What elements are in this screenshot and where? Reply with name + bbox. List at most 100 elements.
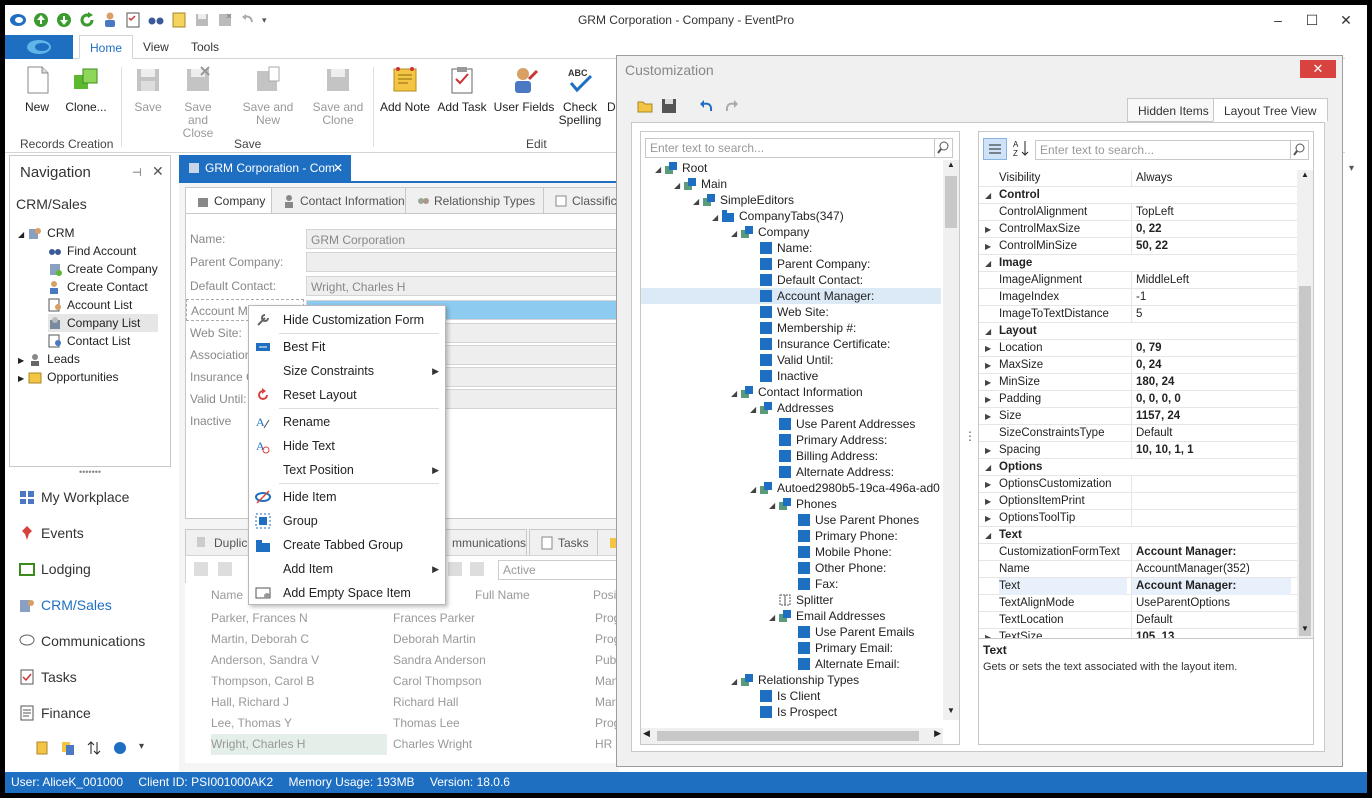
- tree-horizontal-scrollbar[interactable]: ◀ ▶: [641, 728, 943, 744]
- collapse-arrow-icon[interactable]: ◢: [769, 498, 779, 514]
- property-row[interactable]: ▶ TextSize 105, 13: [979, 629, 1297, 638]
- tree-node[interactable]: ◢ SimpleEditors: [693, 192, 794, 208]
- property-row[interactable]: ImageToTextDistance 5: [979, 306, 1297, 323]
- grid-new-icon[interactable]: [194, 562, 208, 576]
- expand-arrow-icon[interactable]: ▶: [985, 629, 991, 638]
- new-button[interactable]: New: [19, 65, 55, 114]
- tree-node[interactable]: ◢ Email Addresses: [769, 608, 885, 624]
- property-row[interactable]: ▶ Spacing 10, 10, 1, 1: [979, 442, 1297, 459]
- collapse-arrow-icon[interactable]: ◢: [985, 187, 991, 204]
- tree-node[interactable]: ◢ Main: [674, 176, 727, 192]
- menu-text-position[interactable]: Text Position ▶: [249, 458, 445, 482]
- nav-splitter[interactable]: •••••••: [9, 467, 171, 477]
- tree-node[interactable]: Other Phone:: [788, 560, 886, 576]
- property-row[interactable]: ImageIndex -1: [979, 289, 1297, 306]
- tree-item-contact-list[interactable]: Contact List: [48, 332, 130, 350]
- menu-add-item[interactable]: Add Item ▶: [249, 557, 445, 581]
- grid-cell-full[interactable]: Carol Thompson: [393, 671, 589, 692]
- grid-header-full-name[interactable]: Full Name: [475, 585, 530, 605]
- expand-arrow-icon[interactable]: ▶: [985, 408, 991, 425]
- property-row[interactable]: TextLocation Default: [979, 612, 1297, 629]
- clone-button[interactable]: Clone...: [61, 65, 111, 114]
- nav-group-communications[interactable]: Communications: [19, 629, 145, 653]
- tree-node[interactable]: Name:: [750, 240, 812, 256]
- tree-node[interactable]: Parent Company:: [750, 256, 870, 272]
- property-row[interactable]: ▶ MinSize 180, 24: [979, 374, 1297, 391]
- collapse-arrow-icon[interactable]: ◢: [674, 178, 684, 194]
- grid-edit-icon[interactable]: [448, 562, 462, 576]
- menu-hide-text[interactable]: A Hide Text: [249, 434, 445, 458]
- parent-company-field[interactable]: [306, 252, 626, 272]
- tree-node[interactable]: Alternate Email:: [788, 656, 900, 672]
- collapse-arrow-icon[interactable]: ◢: [731, 386, 741, 402]
- nav-group-tasks[interactable]: Tasks: [19, 665, 77, 689]
- tree-item-company-list[interactable]: Company List: [48, 314, 158, 332]
- expand-arrow-icon[interactable]: ▶: [985, 357, 991, 374]
- property-search-input[interactable]: Enter text to search...: [1035, 140, 1309, 160]
- open-folder-icon[interactable]: [637, 98, 653, 114]
- property-row[interactable]: Text Account Manager:: [979, 578, 1297, 595]
- sort-icon[interactable]: [87, 741, 101, 755]
- expand-arrow-icon[interactable]: ▶: [985, 374, 991, 391]
- add-task-button[interactable]: Add Task: [437, 65, 487, 114]
- menu-hide-customization-form[interactable]: Hide Customization Form: [249, 308, 445, 332]
- grid-cell-full[interactable]: Richard Hall: [393, 692, 589, 713]
- collapse-arrow-icon[interactable]: ◢: [985, 459, 991, 476]
- collapse-arrow-icon[interactable]: ◢: [731, 674, 741, 690]
- menu-hide-item[interactable]: Hide Item: [249, 485, 445, 509]
- grid-delete-icon[interactable]: [470, 562, 484, 576]
- tree-node[interactable]: Mobile Phone:: [788, 544, 892, 560]
- expand-arrow-icon[interactable]: ▶: [985, 221, 991, 238]
- right-chevron-icon[interactable]: ▾: [1349, 163, 1354, 174]
- property-row[interactable]: ImageAlignment MiddleLeft: [979, 272, 1297, 289]
- property-row[interactable]: ▶ ControlMinSize 50, 22: [979, 238, 1297, 255]
- alphabetical-sort-button[interactable]: AZ: [1009, 138, 1033, 160]
- property-category[interactable]: ◢ Text: [979, 527, 1297, 544]
- nav-group-finance[interactable]: Finance: [19, 701, 91, 725]
- collapse-arrow-icon[interactable]: ◢: [655, 162, 665, 178]
- property-row[interactable]: ▶ Padding 0, 0, 0, 0: [979, 391, 1297, 408]
- grid-cell-full[interactable]: Frances Parker: [393, 608, 589, 629]
- tree-node[interactable]: ◢ Addresses: [750, 400, 834, 416]
- collapse-arrow-icon[interactable]: ◢: [712, 210, 722, 226]
- nav-group-lodging[interactable]: Lodging: [19, 557, 91, 581]
- save-and-new-button[interactable]: Save and New: [231, 65, 305, 127]
- application-menu-button[interactable]: [5, 35, 73, 59]
- grid-cell-name[interactable]: Hall, Richard J: [211, 692, 387, 713]
- collapse-arrow-icon[interactable]: ◢: [750, 482, 760, 498]
- tab-company[interactable]: Company: [185, 187, 275, 213]
- tab-view[interactable]: View: [133, 35, 179, 59]
- tree-node[interactable]: ◢ CompanyTabs(347): [712, 208, 844, 224]
- tab-tools[interactable]: Tools: [181, 35, 229, 59]
- search-icon[interactable]: [1290, 141, 1308, 159]
- default-contact-field[interactable]: Wright, Charles H: [306, 276, 626, 296]
- menu-add-empty-space-item[interactable]: Add Empty Space Item: [249, 581, 445, 605]
- menu-size-constraints[interactable]: Size Constraints ▶: [249, 359, 445, 383]
- property-row[interactable]: ▶ Location 0, 79: [979, 340, 1297, 357]
- tab-hidden-items[interactable]: Hidden Items: [1127, 98, 1220, 122]
- property-row[interactable]: ControlAlignment TopLeft: [979, 204, 1297, 221]
- property-row[interactable]: ▶ OptionsItemPrint: [979, 493, 1297, 510]
- collapse-arrow-icon[interactable]: ◢: [693, 194, 703, 210]
- tree-node[interactable]: Fax:: [788, 576, 838, 592]
- tree-node[interactable]: ◢ Relationship Types: [731, 672, 859, 688]
- tree-node[interactable]: Alternate Address:: [769, 464, 894, 480]
- tree-node[interactable]: ◢ Autoed2980b5-19ca-496a-ad0: [750, 480, 940, 496]
- tab-duplicates[interactable]: Duplica: [185, 529, 255, 555]
- tree-node[interactable]: Is Prospect: [750, 704, 837, 720]
- expand-arrow-icon[interactable]: ▶: [985, 238, 991, 255]
- grid-cell-name[interactable]: Parker, Frances N: [211, 608, 387, 629]
- document-tab[interactable]: GRM Corporation - Com ✕: [179, 155, 351, 181]
- grid-header-position[interactable]: Posi: [593, 585, 616, 605]
- property-row[interactable]: ▶ Size 1157, 24: [979, 408, 1297, 425]
- grid-cell-name[interactable]: Lee, Thomas Y: [211, 713, 387, 734]
- tree-vertical-scrollbar[interactable]: ▲ ▼: [943, 160, 959, 720]
- tab-tasks[interactable]: Tasks: [529, 529, 598, 555]
- expand-arrow-icon[interactable]: ▶: [985, 391, 991, 408]
- search-icon[interactable]: [934, 139, 952, 157]
- property-row[interactable]: Visibility Always: [979, 170, 1297, 187]
- tree-node[interactable]: Inactive: [750, 368, 818, 384]
- property-category[interactable]: ◢ Control: [979, 187, 1297, 204]
- tree-node[interactable]: ◢ Root: [655, 160, 707, 176]
- redo-icon[interactable]: [723, 98, 739, 114]
